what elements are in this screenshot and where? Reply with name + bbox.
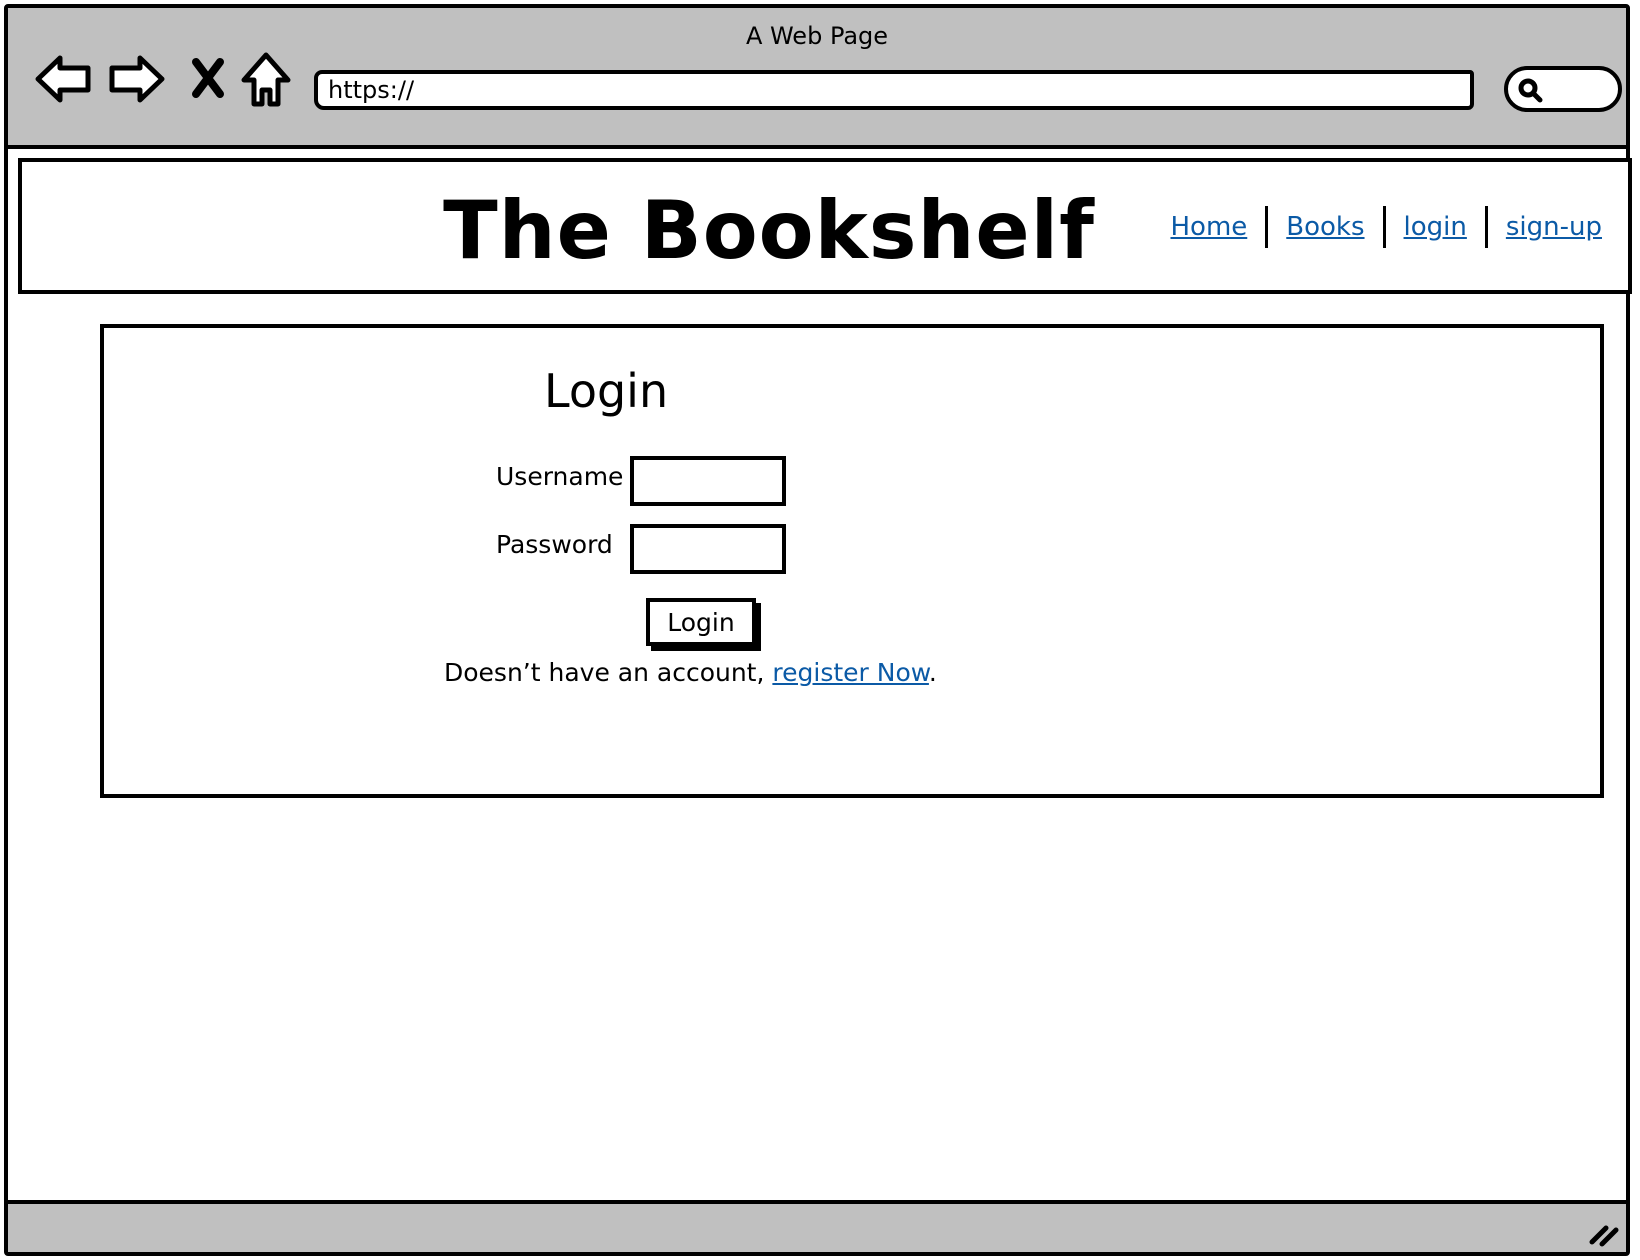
top-nav: Home Books login sign-up: [1170, 206, 1602, 248]
register-prompt: Doesn’t have an account, register Now.: [444, 658, 937, 687]
nav-divider: [1265, 206, 1269, 248]
browser-window: A Web Page https:// The Bookshelf Home B…: [4, 4, 1632, 1256]
search-icon: [1518, 78, 1543, 103]
nav-link-sign-up[interactable]: sign-up: [1506, 212, 1602, 242]
status-bar: [8, 1200, 1626, 1252]
register-prompt-suffix: .: [928, 658, 937, 687]
password-label: Password: [496, 530, 613, 559]
home-icon: [241, 52, 291, 107]
url-text: https://: [328, 76, 415, 104]
nav-divider: [1484, 206, 1488, 248]
login-heading: Login: [544, 364, 669, 418]
register-prompt-text: Doesn’t have an account,: [444, 658, 773, 687]
home-button[interactable]: [240, 50, 292, 110]
window-title: A Web Page: [745, 22, 889, 50]
forward-button[interactable]: [106, 52, 166, 106]
back-arrow-icon: [35, 55, 91, 103]
forward-arrow-icon: [109, 55, 165, 103]
site-header: The Bookshelf Home Books login sign-up: [18, 158, 1632, 294]
username-input[interactable]: [630, 456, 786, 506]
login-button[interactable]: Login: [646, 598, 756, 646]
resize-grip-icon[interactable]: [1584, 1212, 1620, 1248]
browser-chrome: A Web Page https://: [8, 8, 1626, 149]
register-now-link[interactable]: register Now: [772, 658, 929, 687]
password-input[interactable]: [630, 524, 786, 574]
back-button[interactable]: [34, 52, 94, 106]
nav-link-books[interactable]: Books: [1286, 212, 1364, 242]
browser-search-box[interactable]: [1504, 66, 1622, 112]
username-label: Username: [496, 462, 624, 491]
login-panel: Login Username Password Login Doesn’t ha…: [100, 324, 1604, 798]
stop-button[interactable]: [188, 56, 228, 100]
url-bar[interactable]: https://: [314, 70, 1474, 110]
nav-link-home[interactable]: Home: [1170, 212, 1247, 242]
close-x-icon: [192, 58, 224, 98]
nav-link-login[interactable]: login: [1404, 212, 1467, 242]
nav-divider: [1382, 206, 1386, 248]
